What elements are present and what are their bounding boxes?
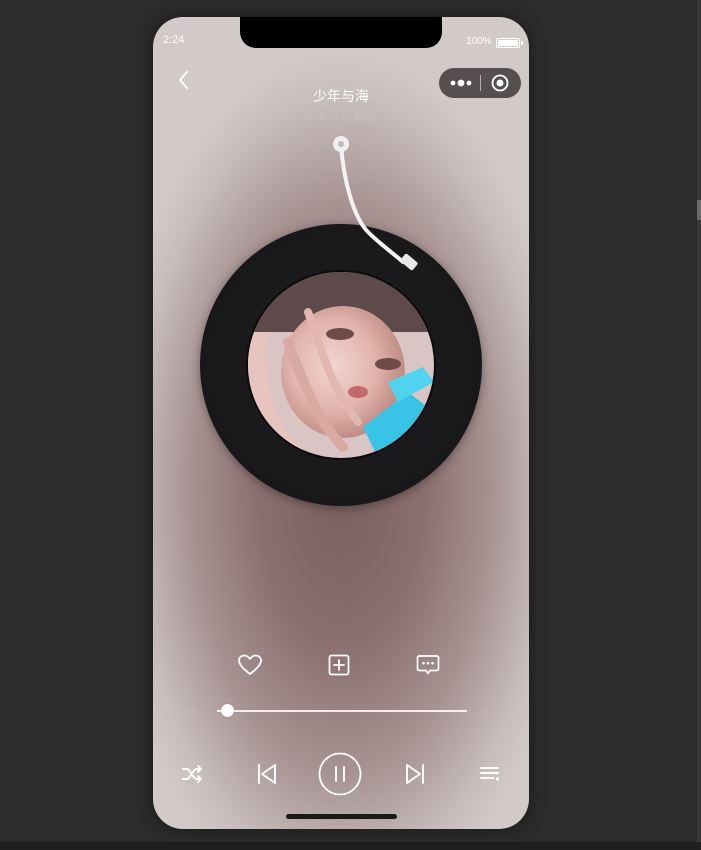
scrollbar-thumb[interactable] — [697, 200, 701, 220]
next-button[interactable] — [404, 761, 428, 787]
shuffle-icon — [182, 765, 202, 783]
pause-circle-icon — [318, 752, 362, 796]
like-button[interactable] — [236, 651, 264, 679]
home-indicator — [286, 814, 397, 819]
tonearm — [333, 136, 418, 271]
playlist-icon — [480, 767, 500, 781]
heart-outline-icon — [238, 654, 262, 675]
comment-button[interactable] — [414, 651, 442, 679]
skip-next-icon — [406, 764, 424, 784]
skip-previous-icon — [258, 764, 276, 784]
progress-handle[interactable] — [221, 704, 234, 717]
music-player-screen: 2:24 100% 少年与海 G.E.M.邓紫棋 00:09 03:43 — [153, 17, 529, 829]
scrollbar[interactable] — [697, 0, 701, 842]
plus-square-icon — [328, 654, 350, 676]
comment-bubble-icon — [416, 655, 440, 675]
bottom-edge — [0, 842, 701, 850]
current-time: 00:09 — [172, 706, 198, 717]
progress-bar[interactable] — [217, 704, 467, 717]
play-pause-button[interactable] — [318, 752, 362, 796]
playlist-button[interactable] — [478, 762, 502, 786]
previous-button[interactable] — [254, 761, 278, 787]
total-time: 03:43 — [483, 706, 509, 717]
add-to-playlist-button[interactable] — [325, 651, 353, 679]
shuffle-button[interactable] — [180, 762, 204, 786]
